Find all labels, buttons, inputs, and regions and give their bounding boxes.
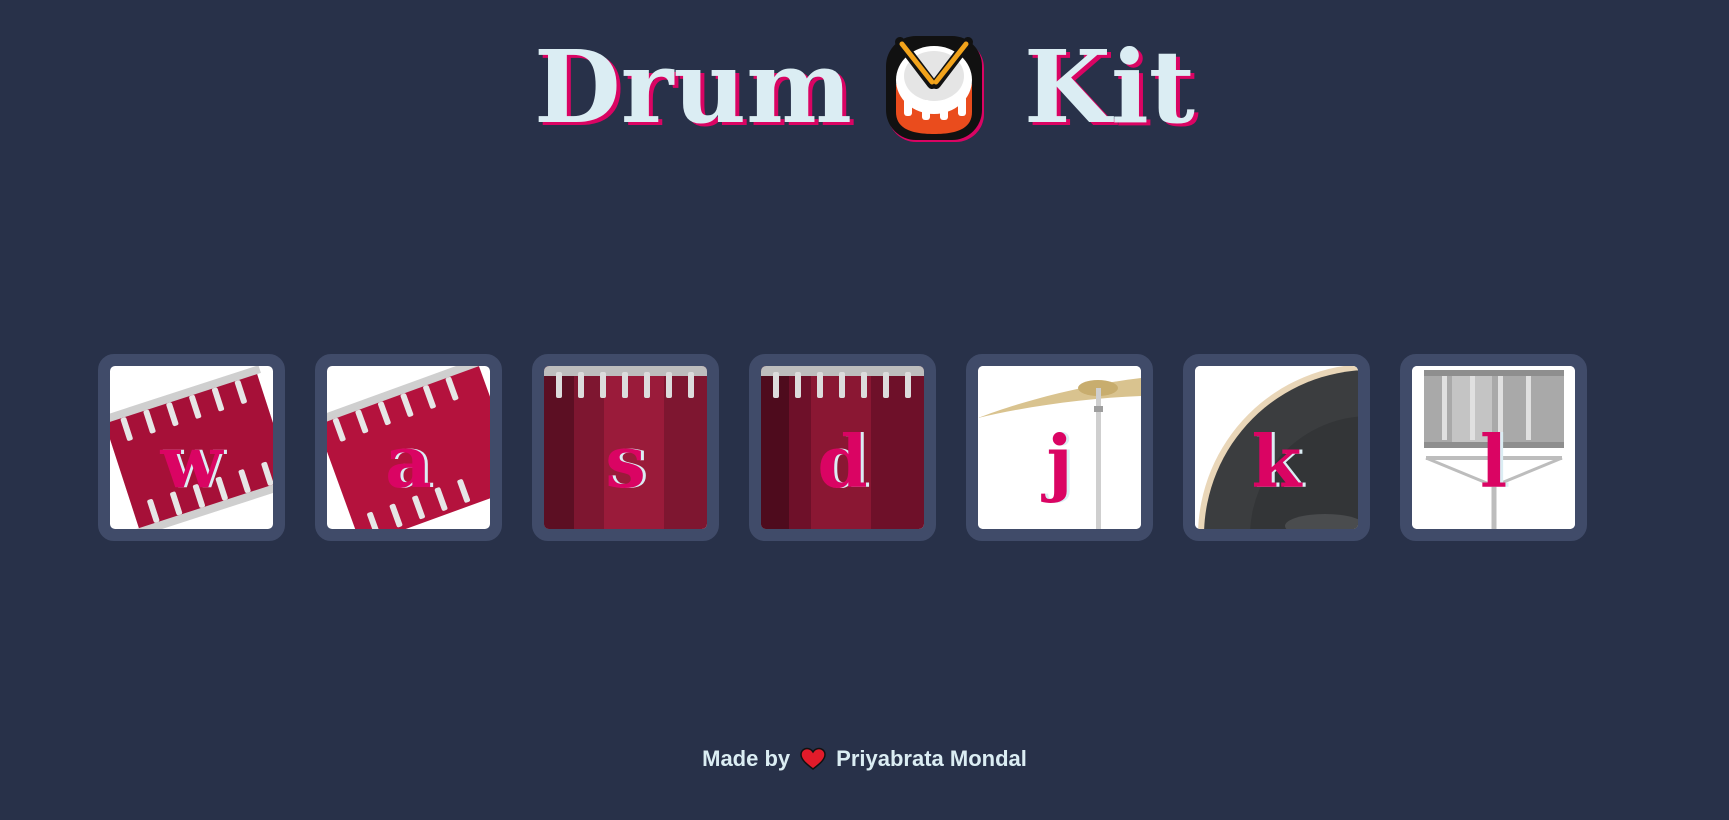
drum-key-label: l: [1479, 419, 1508, 504]
drum-key-label: w: [160, 419, 223, 504]
page-title: Drum Kit: [0, 28, 1729, 146]
drum-button-j[interactable]: j: [966, 354, 1153, 541]
author-name: Priyabrata Mondal: [836, 746, 1027, 771]
drum-pad: w: [110, 366, 273, 529]
drum-key-label: s: [605, 419, 646, 504]
drum-pad: k: [1195, 366, 1358, 529]
drum-button-a[interactable]: a: [315, 354, 502, 541]
drum-row: w a s d j k l: [98, 354, 1587, 541]
drum-icon: [885, 36, 984, 142]
drum-key-label: j: [1046, 419, 1073, 504]
drum-key-label: a: [385, 419, 432, 504]
title-word-drum: Drum: [533, 28, 852, 146]
drum-button-w[interactable]: w: [98, 354, 285, 541]
drum-key-label: k: [1251, 419, 1302, 504]
drum-button-k[interactable]: k: [1183, 354, 1370, 541]
title-word-kit: Kit: [1023, 28, 1195, 146]
made-by-text: Made by: [702, 746, 791, 771]
drum-pad: a: [327, 366, 490, 529]
heart-icon: [800, 747, 826, 770]
footer: Made by Priyabrata Mondal: [0, 746, 1729, 772]
drum-button-s[interactable]: s: [532, 354, 719, 541]
drum-button-l[interactable]: l: [1400, 354, 1587, 541]
drum-key-label: d: [817, 419, 868, 504]
drum-pad: j: [978, 366, 1141, 529]
drum-pad: d: [761, 366, 924, 529]
drum-button-d[interactable]: d: [749, 354, 936, 541]
drum-pad: s: [544, 366, 707, 529]
drum-pad: l: [1412, 366, 1575, 529]
